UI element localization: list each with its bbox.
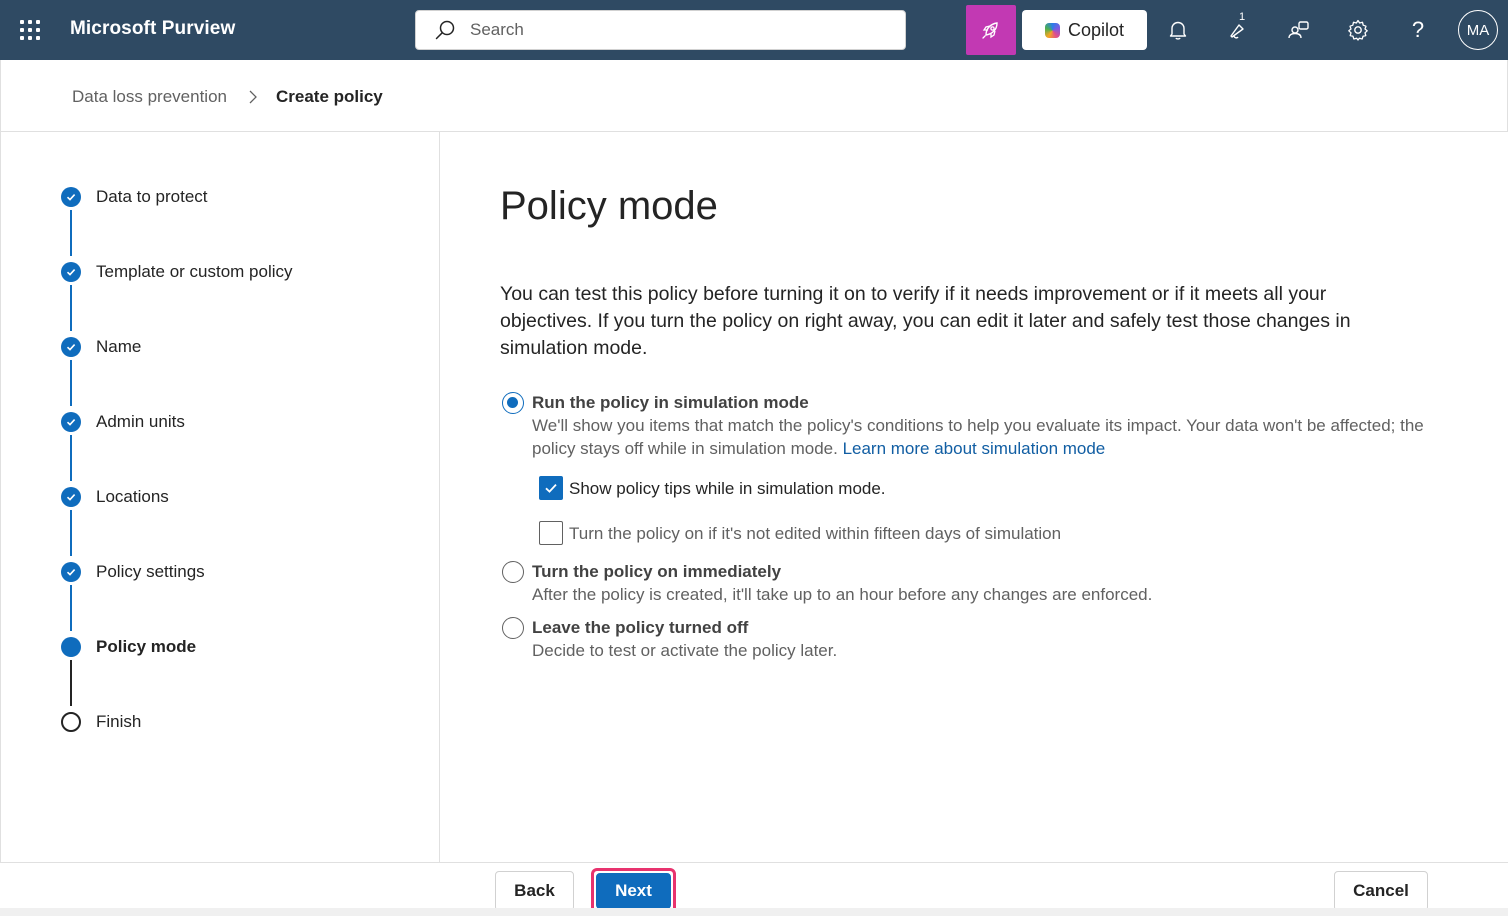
step-label: Policy mode — [96, 637, 197, 656]
step-connector — [70, 210, 72, 256]
wizard-stepper: Data to protect Template or custom polic… — [0, 132, 440, 862]
people-icon — [1288, 21, 1309, 39]
learn-more-link[interactable]: Learn more about simulation mode — [843, 439, 1106, 458]
whats-new-button[interactable]: 1 — [1222, 11, 1254, 46]
help-button[interactable]: ? — [1402, 14, 1434, 46]
avatar[interactable]: MA — [1458, 10, 1498, 50]
radio-simulation-mode[interactable] — [502, 392, 524, 414]
step-connector — [70, 360, 72, 406]
step-label: Locations — [96, 487, 169, 506]
step-policy-mode[interactable]: Policy mode — [1, 633, 421, 663]
checkbox-label[interactable]: Show policy tips while in simulation mod… — [569, 479, 886, 499]
option-title[interactable]: Leave the policy turned off — [532, 618, 748, 638]
notification-count: 1 — [1239, 11, 1246, 23]
page-title: Policy mode — [500, 184, 718, 228]
intro-text: You can test this policy before turning … — [500, 283, 1351, 359]
bell-icon — [1169, 21, 1187, 40]
search-box[interactable] — [415, 10, 906, 50]
cancel-button[interactable]: Cancel — [1334, 871, 1428, 911]
checkmark-icon — [545, 483, 557, 493]
help-icon: ? — [1411, 17, 1425, 42]
step-complete-icon — [61, 262, 81, 282]
next-button[interactable]: Next — [596, 873, 671, 909]
step-complete-icon — [61, 412, 81, 432]
step-complete-icon — [61, 562, 81, 582]
step-complete-icon — [61, 337, 81, 357]
step-template-or-custom-policy[interactable]: Template or custom policy — [1, 258, 421, 288]
option-description: We'll show you items that match the poli… — [532, 414, 1432, 460]
step-locations[interactable]: Locations — [1, 483, 421, 513]
step-current-icon — [61, 637, 81, 657]
step-connector — [70, 435, 72, 481]
breadcrumb-current: Create policy — [276, 87, 383, 106]
step-admin-units[interactable]: Admin units — [1, 408, 421, 438]
notifications-button[interactable] — [1162, 14, 1194, 46]
step-pending-icon — [61, 712, 81, 732]
step-label: Template or custom policy — [96, 262, 293, 281]
checkbox-show-policy-tips[interactable] — [539, 476, 563, 500]
search-icon — [435, 20, 455, 40]
option-description: Decide to test or activate the policy la… — [532, 641, 838, 660]
checkbox-auto-turn-on[interactable] — [539, 521, 563, 545]
step-connector — [70, 660, 72, 706]
gear-icon — [1348, 19, 1368, 41]
settings-button[interactable] — [1342, 14, 1374, 46]
step-label: Data to protect — [96, 187, 208, 206]
step-complete-icon — [61, 487, 81, 507]
rocket-icon — [982, 22, 998, 39]
rocket-button[interactable] — [966, 5, 1016, 55]
app-launcher-icon[interactable] — [14, 14, 46, 46]
option-description: After the policy is created, it'll take … — [532, 585, 1153, 604]
option-title[interactable]: Run the policy in simulation mode — [532, 393, 809, 413]
step-finish[interactable]: Finish — [1, 708, 421, 738]
search-input[interactable] — [470, 20, 890, 40]
option-title[interactable]: Turn the policy on immediately — [532, 562, 781, 582]
step-connector — [70, 285, 72, 331]
step-connector — [70, 585, 72, 631]
megaphone-icon — [1230, 24, 1244, 39]
bottom-strip — [0, 908, 1508, 916]
copilot-label: Copilot — [1067, 19, 1125, 40]
top-bar: Microsoft Purview Copilot 1 — [0, 0, 1508, 60]
chevron-right-icon — [249, 90, 257, 104]
breadcrumb-parent[interactable]: Data loss prevention — [72, 87, 227, 107]
breadcrumb: Data loss prevention Create policy — [0, 60, 1508, 132]
community-button[interactable] — [1282, 14, 1314, 46]
copilot-button[interactable]: Copilot — [1022, 10, 1147, 50]
step-label: Admin units — [96, 412, 185, 431]
radio-turn-on-immediately[interactable] — [502, 561, 524, 583]
step-label: Finish — [96, 712, 142, 731]
step-complete-icon — [61, 187, 81, 207]
step-label: Name — [96, 337, 142, 356]
step-data-to-protect[interactable]: Data to protect — [1, 183, 421, 213]
app-title[interactable]: Microsoft Purview — [70, 18, 235, 40]
radio-leave-turned-off[interactable] — [502, 617, 524, 639]
checkbox-label[interactable]: Turn the policy on if it's not edited wi… — [569, 524, 1061, 544]
step-policy-settings[interactable]: Policy settings — [1, 558, 421, 588]
step-name[interactable]: Name — [1, 333, 421, 363]
step-connector — [70, 510, 72, 556]
step-label: Policy settings — [96, 562, 205, 581]
copilot-icon — [1044, 22, 1060, 38]
back-button[interactable]: Back — [495, 871, 574, 911]
